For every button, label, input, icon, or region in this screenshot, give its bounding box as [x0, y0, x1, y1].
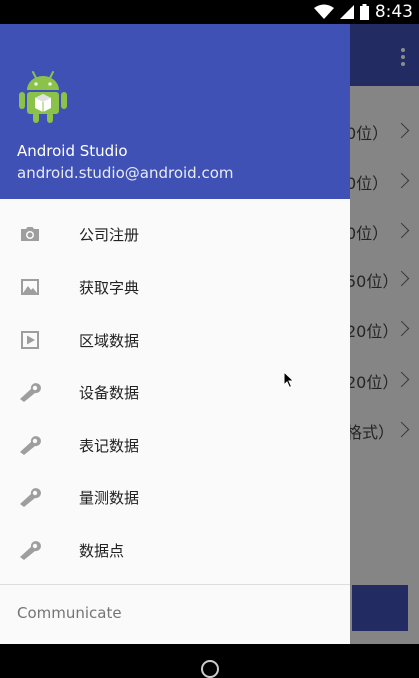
wrench-icon [20, 436, 41, 455]
nav-item-data-points[interactable]: 数据点 [0, 525, 350, 577]
wifi-icon [313, 4, 334, 19]
camera-icon [21, 227, 39, 241]
nav-item-label: 量测数据 [79, 489, 140, 507]
wrench-icon [20, 383, 41, 402]
nav-item-label: 数据点 [79, 542, 125, 560]
nav-item-label: 公司注册 [79, 226, 140, 244]
nav-item-measurement-data[interactable]: 量测数据 [0, 472, 350, 524]
drawer-header: Android Studio android.studio@android.co… [0, 24, 350, 199]
nav-item-label: 获取字典 [79, 279, 140, 297]
status-time: 8:43 [374, 2, 413, 22]
nav-item-label: 设备数据 [79, 384, 140, 402]
status-bar: 8:43 [0, 0, 419, 24]
home-button-icon[interactable] [201, 660, 219, 678]
play-box-icon [21, 331, 39, 349]
battery-icon [359, 4, 369, 20]
wrench-icon [20, 541, 41, 560]
navigation-drawer: Android Studio android.studio@android.co… [0, 24, 350, 644]
nav-item-label: 表记数据 [79, 437, 140, 455]
nav-item-device-data[interactable]: 设备数据 [0, 367, 350, 419]
drawer-section-communicate: Communicate [17, 604, 122, 622]
drawer-account-email: android.studio@android.com [17, 164, 234, 182]
drawer-divider [0, 584, 350, 585]
nav-item-get-dictionary[interactable]: 获取字典 [0, 262, 350, 314]
nav-item-company-register[interactable]: 公司注册 [0, 209, 350, 261]
wrench-icon [20, 488, 41, 507]
cell-signal-icon [339, 5, 354, 19]
drawer-account-name: Android Studio [17, 142, 128, 160]
nav-item-label: 区域数据 [79, 332, 140, 350]
image-icon [21, 279, 39, 295]
mouse-cursor-icon [283, 371, 295, 389]
nav-item-area-data[interactable]: 区域数据 [0, 315, 350, 367]
nav-item-meter-data[interactable]: 表记数据 [0, 420, 350, 472]
android-logo-icon [19, 71, 67, 123]
